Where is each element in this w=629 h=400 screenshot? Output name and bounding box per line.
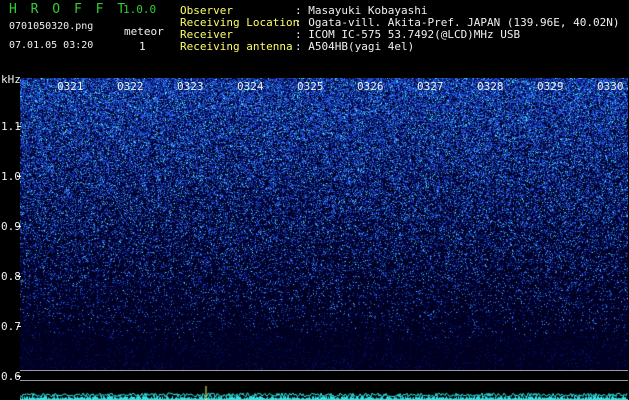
time-label: 0329 [537,80,564,93]
guide-line-upper [20,370,628,371]
time-label: 0326 [357,80,384,93]
info-value-location: : Ogata-vill. Akita-Pref. JAPAN (139.96E… [295,16,620,29]
hrofft-window: H R O F F T 1.0.0 0701050320.png meteor … [0,0,629,400]
app-version: 1.0.0 [123,3,157,16]
y-tick-mark [17,176,21,177]
info-value-observer: : Masayuki Kobayashi [295,4,428,17]
guide-line-lower [20,380,628,381]
time-label: 0324 [237,80,264,93]
y-axis-unit: kHz [1,73,21,86]
y-tick-mark [17,226,21,227]
info-label-antenna: Receiving antenna [180,40,293,53]
info-label-receiver: Receiver [180,28,233,41]
time-label: 0327 [417,80,444,93]
image-filename: 0701050320.png [9,21,94,32]
signal-level-trace [20,382,628,400]
time-label: 0325 [297,80,324,93]
info-label-observer: Observer [180,4,233,17]
y-tick-mark [17,276,21,277]
spectrogram-plot [20,78,628,370]
y-tick-mark [17,376,21,377]
y-tick-mark [17,126,21,127]
info-label-location: Receiving Location [180,16,300,29]
capture-datetime: 07.01.05 03:20 [9,40,94,51]
info-value-receiver: : ICOM IC-575 53.7492(@LCD)MHz USB [295,28,521,41]
y-tick-mark [17,326,21,327]
app-title: H R O F F T [9,2,129,17]
time-label: 0321 [57,80,84,93]
time-label: 0323 [177,80,204,93]
time-label: 0322 [117,80,144,93]
count-label: meteor [124,25,164,38]
meteor-count: 1 [139,40,146,53]
time-label: 0328 [477,80,504,93]
time-label: 0330 [597,80,624,93]
info-value-antenna: : A504HB(yagi 4el) [295,40,415,53]
